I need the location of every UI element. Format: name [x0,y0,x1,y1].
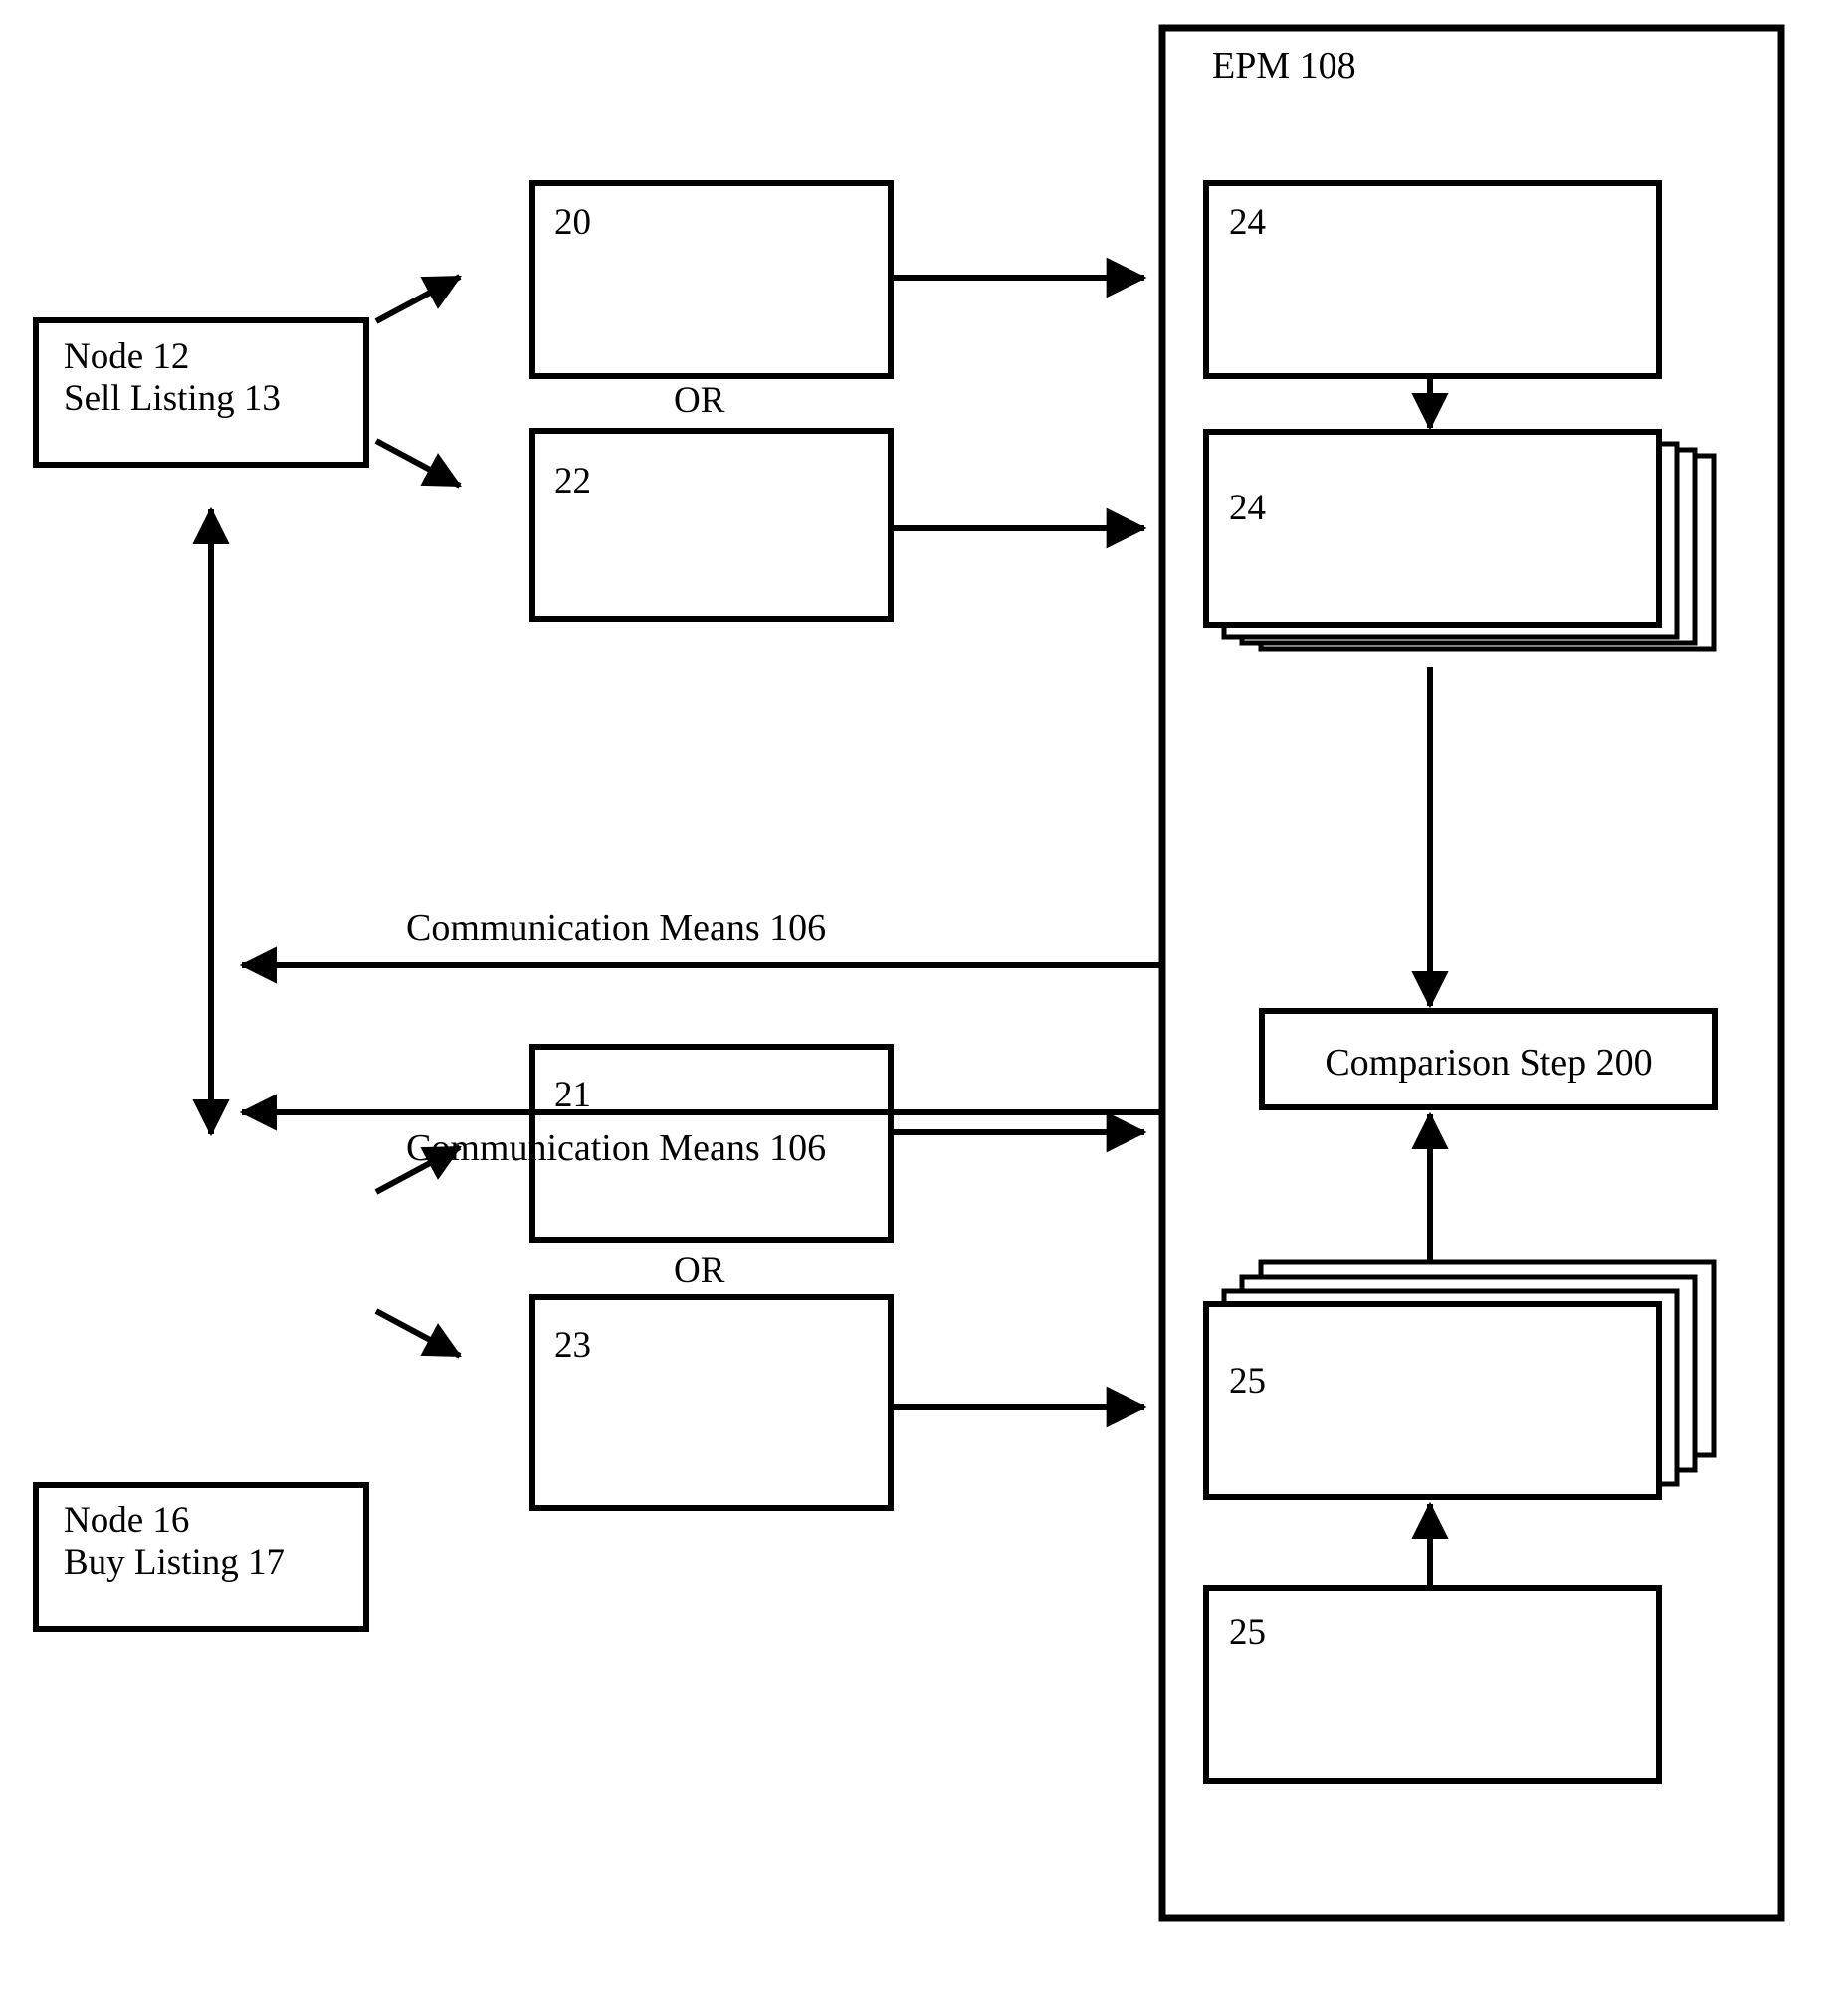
node-buy-line1: Node 16 [64,1500,189,1541]
epm-label: EPM 108 [1212,45,1356,87]
box-24-stack-label: 24 [1229,488,1266,528]
box-25-bottom-label: 25 [1229,1612,1266,1653]
node-buy-line2: Buy Listing 17 [64,1542,285,1583]
diagram-canvas: EPM 108 Node 12 Sell Listing 13 Node 16 … [0,0,1848,1990]
box-25-stack-front[interactable] [1203,1301,1662,1500]
communication-label-upper: Communication Means 106 [406,907,826,949]
patent-figure: EPM 108 Node 12 Sell Listing 13 Node 16 … [33,24,1785,1922]
communication-label-lower: Communication Means 106 [406,1127,826,1169]
node-sell-line2: Sell Listing 13 [64,378,281,419]
box-20-label: 20 [554,202,591,243]
node-sell-line1: Node 12 [64,336,189,377]
box-24-top[interactable] [1203,180,1662,379]
box-24-stack-front[interactable] [1203,429,1662,628]
box-25-stack-label: 25 [1229,1361,1266,1402]
or-label-upper: OR [674,380,725,421]
box-25-bottom[interactable] [1203,1585,1662,1784]
box-23-label: 23 [554,1325,591,1366]
box-24-top-label: 24 [1229,202,1266,243]
comparison-step-label: Comparison Step 200 [1325,1042,1652,1084]
arrow-sell-to-box22 [374,438,462,489]
or-label-lower: OR [674,1250,725,1291]
arrow-buy-to-box23 [374,1308,462,1359]
box-21-label: 21 [554,1075,591,1115]
box-22-label: 22 [554,461,591,501]
arrow-sell-to-box20 [374,274,462,324]
box-22[interactable] [529,428,894,622]
